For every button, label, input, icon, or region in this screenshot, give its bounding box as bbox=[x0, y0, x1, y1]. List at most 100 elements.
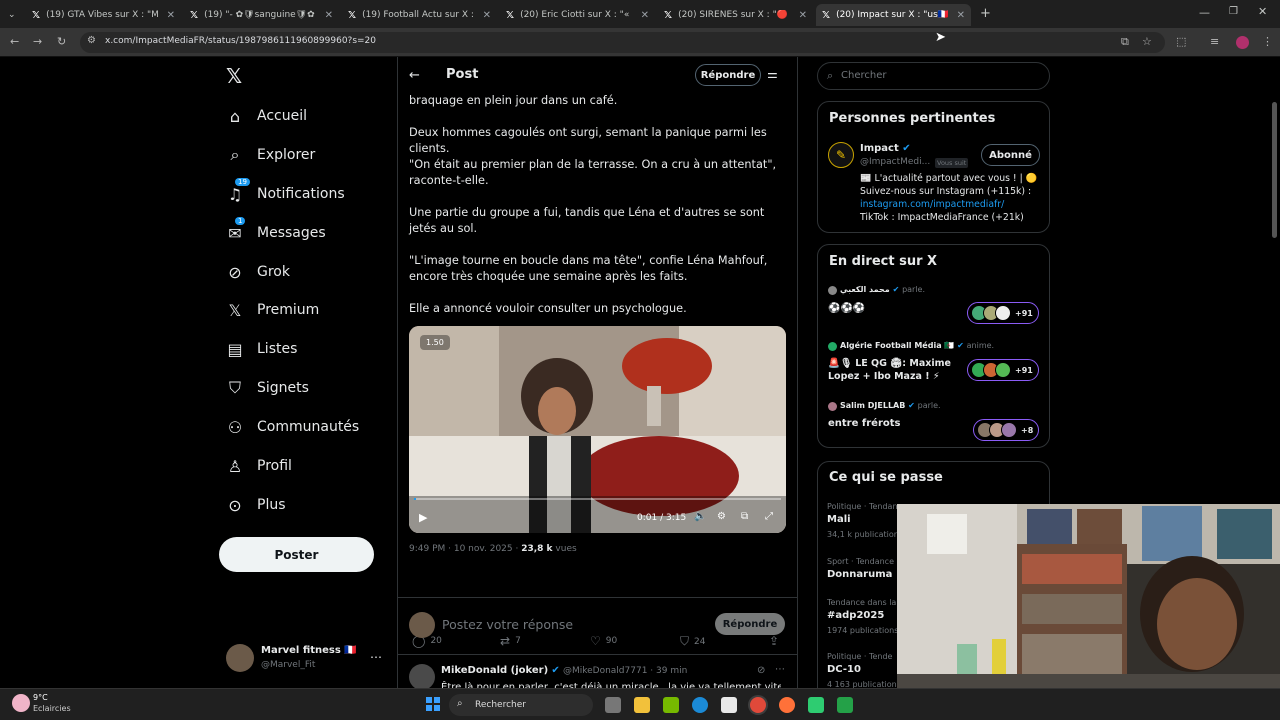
person-name[interactable]: Impact ✔ bbox=[860, 143, 911, 154]
back-arrow-icon[interactable]: ← bbox=[409, 68, 420, 83]
tab-5[interactable]: 𝕏 (20) SIRÈNES sur X : "🔴 ALERT ✕ bbox=[658, 4, 813, 26]
more-icon[interactable]: ⋯ bbox=[775, 664, 785, 675]
nav-item-messages[interactable]: ✉ 1 Messages bbox=[225, 216, 326, 248]
nav-item-premium[interactable]: 𝕏 Premium bbox=[225, 295, 320, 325]
account-avatar[interactable] bbox=[226, 644, 254, 672]
follow-button[interactable]: Abonné bbox=[981, 144, 1040, 166]
taskbar-search[interactable]: ⌕ Rechercher bbox=[449, 694, 593, 716]
tab-list-button[interactable]: ⌄ bbox=[4, 4, 22, 26]
tab-6-active[interactable]: 𝕏 (20) Impact sur X : "us🇫🇷 FLASH ✕ bbox=[816, 4, 971, 26]
close-icon[interactable]: ✕ bbox=[641, 10, 649, 21]
x-logo-icon[interactable]: 𝕏 bbox=[226, 64, 242, 88]
close-icon[interactable]: ✕ bbox=[483, 10, 491, 21]
space-listeners[interactable]: +8 bbox=[973, 419, 1039, 441]
share-action[interactable]: ⇪ bbox=[769, 634, 784, 648]
trend-name[interactable]: Donnaruma bbox=[827, 569, 892, 580]
video-progress-track[interactable] bbox=[414, 498, 781, 500]
reply-input[interactable]: Postez votre réponse bbox=[442, 617, 573, 632]
nav-item-listes[interactable]: ▤ Listes bbox=[225, 334, 297, 364]
playback-speed-badge[interactable]: 1.50 bbox=[420, 335, 450, 350]
tab-1[interactable]: 𝕏 (19) GTA Vibes sur X : "Merci. G ✕ bbox=[26, 4, 181, 26]
bookmark-action[interactable]: ⛉ 24 bbox=[680, 634, 705, 649]
url-field[interactable]: ⚙ x.com/ImpactMediaFR/status/19879861119… bbox=[80, 32, 1165, 53]
space-host[interactable]: محمد الكعبي ✔ parle. bbox=[840, 285, 925, 294]
comment-avatar[interactable] bbox=[409, 664, 435, 690]
space-host[interactable]: Salim DJELLAB ✔ parle. bbox=[840, 401, 941, 410]
account-more-icon[interactable]: ⋯ bbox=[370, 650, 382, 664]
profile-avatar[interactable] bbox=[1236, 36, 1249, 49]
close-icon[interactable]: ✕ bbox=[799, 10, 807, 21]
verified-icon: ✔ bbox=[892, 285, 900, 294]
store-icon[interactable] bbox=[721, 697, 737, 713]
space-title[interactable]: ⚽⚽⚽ bbox=[828, 303, 865, 314]
new-tab-button[interactable]: + bbox=[980, 6, 991, 21]
space-host[interactable]: Algérie Football Média 🇩🇿 ✔ anime. bbox=[840, 341, 994, 350]
play-icon[interactable]: ▶ bbox=[419, 511, 427, 524]
nvidia-icon[interactable] bbox=[663, 697, 679, 713]
nav-item-explorer[interactable]: ⌕ Explorer bbox=[225, 140, 316, 170]
star-icon[interactable]: ☆ bbox=[1142, 35, 1152, 48]
nav-item-accueil[interactable]: ⌂ Accueil bbox=[225, 101, 307, 131]
impact-avatar[interactable]: ✎ bbox=[828, 142, 854, 168]
video-player[interactable]: 1.50 ▶ 0:01 / 3:15 🔈 ⚙ ⧉ ⤢ bbox=[409, 326, 786, 533]
reload-icon[interactable]: ↻ bbox=[57, 35, 66, 48]
search-field[interactable]: ⌕ Chercher bbox=[817, 62, 1050, 90]
tab-4[interactable]: 𝕏 (20) Eric Ciotti sur X : "« Sale g ✕ bbox=[500, 4, 655, 26]
menu-icon[interactable]: ⋮ bbox=[1262, 35, 1273, 48]
forward-icon[interactable]: → bbox=[33, 35, 42, 48]
extensions-icon[interactable]: ⬚ bbox=[1176, 35, 1186, 48]
space-listeners[interactable]: +91 bbox=[967, 359, 1039, 381]
nav-item-plus[interactable]: ⊙ Plus bbox=[225, 490, 285, 520]
space-listeners[interactable]: +91 bbox=[967, 302, 1039, 324]
close-window-button[interactable]: ✕ bbox=[1258, 5, 1267, 18]
app-icon[interactable] bbox=[837, 697, 853, 713]
host-avatar bbox=[828, 286, 837, 295]
weather-icon[interactable] bbox=[12, 694, 30, 712]
space-title[interactable]: entre frérots bbox=[828, 418, 900, 429]
scrollbar-thumb[interactable] bbox=[1272, 102, 1277, 238]
repost-action[interactable]: ⇄ 7 bbox=[500, 634, 521, 648]
nav-item-grok[interactable]: ⊘ Grok bbox=[225, 257, 290, 287]
nav-item-profil[interactable]: ♙ Profil bbox=[225, 451, 292, 481]
media-control-icon[interactable]: ≡ bbox=[1210, 35, 1219, 48]
tab-2[interactable]: 𝕏 (19) "- ✿🛡sanguine🛡✿ -" (@ ✕ bbox=[184, 4, 339, 26]
file-explorer-icon[interactable] bbox=[634, 697, 650, 713]
settings-gear-icon[interactable]: ⚙ bbox=[717, 511, 726, 522]
header-reply-button[interactable]: Répondre bbox=[695, 64, 761, 86]
post-button[interactable]: Poster bbox=[219, 537, 374, 572]
nav-item-communautes[interactable]: ⚇ Communautés bbox=[225, 412, 359, 442]
pip-icon[interactable]: ⧉ bbox=[741, 511, 748, 522]
trend-name[interactable]: DC-10 bbox=[827, 664, 861, 675]
reply-submit-button[interactable]: Répondre bbox=[715, 613, 785, 635]
back-icon[interactable]: ← bbox=[10, 35, 19, 48]
nav-item-signets[interactable]: ⛉ Signets bbox=[225, 373, 309, 403]
comment-author[interactable]: MikeDonald (joker) bbox=[441, 665, 548, 676]
install-app-icon[interactable]: ⧉ bbox=[1121, 35, 1129, 49]
windows-start-icon[interactable] bbox=[426, 697, 440, 711]
task-view-icon[interactable] bbox=[605, 697, 621, 713]
close-icon[interactable]: ✕ bbox=[957, 10, 965, 21]
verified-icon: ✔ bbox=[957, 341, 964, 350]
minimize-button[interactable]: — bbox=[1199, 6, 1210, 19]
bio-link[interactable]: instagram.com/impactmediafr/ bbox=[860, 198, 1045, 211]
space-title[interactable]: 🚨🎙 LE QG 🏟: Maxime Lopez + Ibo Maza ! ⚡ bbox=[828, 357, 953, 383]
firefox-icon[interactable] bbox=[779, 697, 795, 713]
edge-icon[interactable] bbox=[692, 697, 708, 713]
close-icon[interactable]: ✕ bbox=[325, 10, 333, 21]
envelope-icon: ✉ 1 bbox=[225, 216, 246, 243]
close-icon[interactable]: ✕ bbox=[167, 10, 175, 21]
game-app-icon[interactable] bbox=[808, 697, 824, 713]
chrome-icon[interactable] bbox=[750, 697, 766, 713]
site-info-icon[interactable]: ⚙ bbox=[87, 35, 96, 46]
trend-name[interactable]: #adp2025 bbox=[827, 610, 884, 621]
settings-sliders-icon[interactable]: ⚌ bbox=[767, 67, 778, 81]
volume-icon[interactable]: 🔈 bbox=[694, 511, 706, 522]
like-action[interactable]: ♡ 90 bbox=[590, 634, 617, 648]
grok-icon[interactable]: ⊘ bbox=[757, 665, 765, 676]
more-icon: ⊙ bbox=[228, 495, 242, 515]
tab-3[interactable]: 𝕏 (19) Football Actu sur X : "Luca ✕ bbox=[342, 4, 497, 26]
maximize-button[interactable]: ❐ bbox=[1229, 6, 1238, 17]
nav-item-notifications[interactable]: ♫ 19 Notifications bbox=[225, 177, 345, 209]
fullscreen-icon[interactable]: ⤢ bbox=[765, 511, 773, 522]
trend-name[interactable]: Mali bbox=[827, 514, 851, 525]
